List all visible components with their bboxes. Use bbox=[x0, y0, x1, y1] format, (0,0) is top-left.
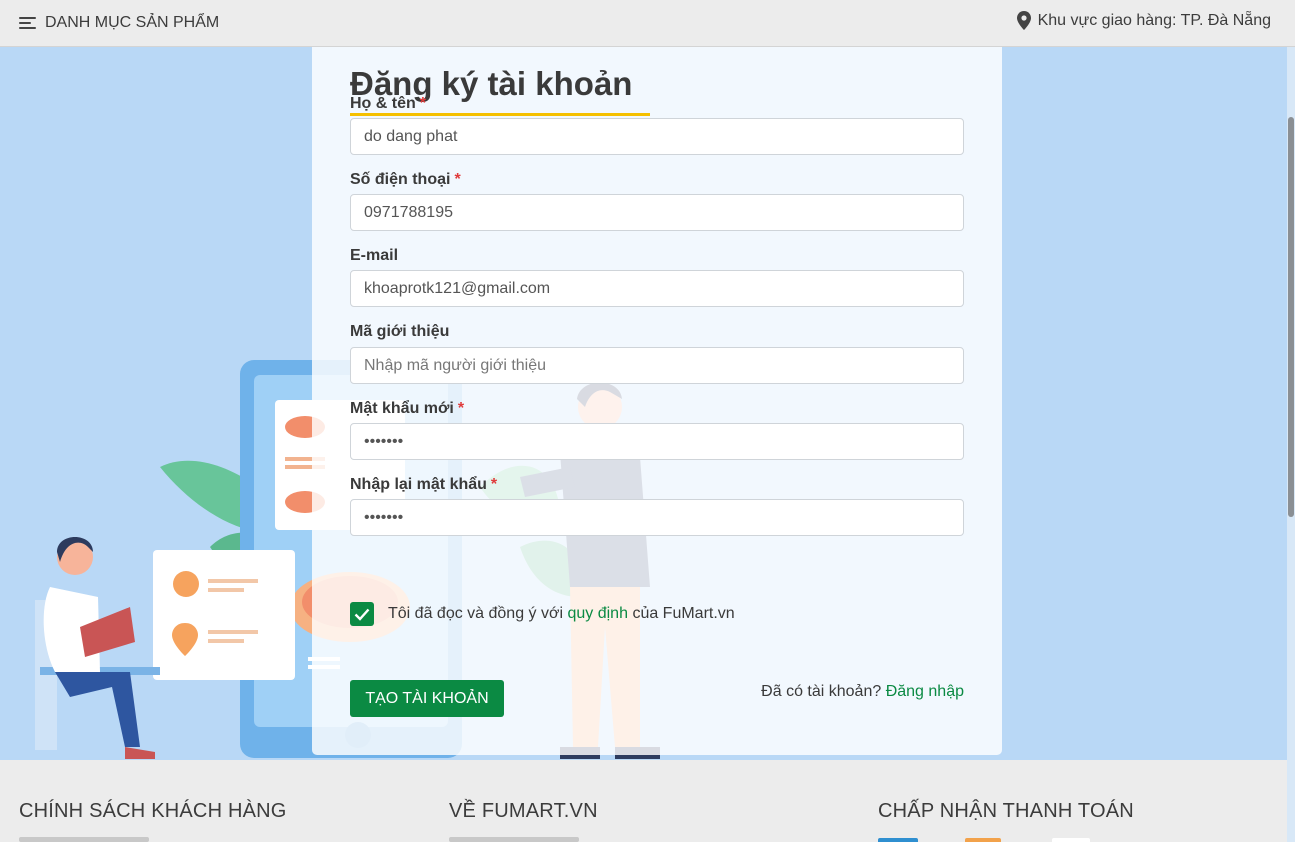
terms-link[interactable]: quy định bbox=[567, 605, 628, 622]
payment-logo-mastercard bbox=[965, 838, 1001, 842]
payment-logo-other bbox=[1052, 838, 1090, 842]
product-category-label: DANH MỤC SẢN PHẨM bbox=[45, 14, 220, 31]
referral-label: Mã giới thiệu bbox=[350, 323, 450, 340]
payment-logo-visa bbox=[878, 838, 918, 842]
name-label: Họ & tên * bbox=[350, 95, 427, 112]
name-input[interactable] bbox=[350, 118, 964, 155]
delivery-region-label: Khu vực giao hàng: TP. Đà Nẵng bbox=[1037, 11, 1271, 29]
footer-about-title: VỀ FUMART.VN bbox=[449, 800, 598, 822]
registration-form-card: Đăng ký tài khoản Họ & tên* Số điện thoạ… bbox=[312, 47, 1002, 755]
checkmark-icon bbox=[354, 608, 370, 621]
register-hero: Đăng ký tài khoản Họ & tên* Số điện thoạ… bbox=[0, 47, 1295, 760]
site-footer: CHÍNH SÁCH KHÁCH HÀNG VỀ FUMART.VN CHẤP … bbox=[0, 760, 1295, 842]
password-label: Mật khẩu mới * bbox=[350, 400, 465, 417]
hamburger-icon bbox=[19, 16, 36, 30]
footer-customer-policy-title: CHÍNH SÁCH KHÁCH HÀNG bbox=[19, 800, 287, 822]
terms-checkbox[interactable] bbox=[350, 602, 374, 626]
terms-agreement: Tôi đã đọc và đồng ý với quy định của Fu… bbox=[350, 602, 735, 626]
email-input[interactable] bbox=[350, 270, 964, 307]
delivery-region-selector[interactable]: Khu vực giao hàng: TP. Đà Nẵng bbox=[1016, 11, 1271, 30]
footer-link-placeholder[interactable] bbox=[19, 837, 149, 842]
map-pin-icon bbox=[1016, 11, 1031, 30]
terms-text: Tôi đã đọc và đồng ý với quy định của Fu… bbox=[388, 605, 735, 622]
confirm-password-input[interactable] bbox=[350, 499, 964, 536]
password-input[interactable] bbox=[350, 423, 964, 460]
footer-link-placeholder[interactable] bbox=[449, 837, 579, 842]
top-navigation-bar: DANH MỤC SẢN PHẨM Khu vực giao hàng: TP.… bbox=[0, 0, 1295, 47]
product-category-menu-button[interactable]: DANH MỤC SẢN PHẨM bbox=[19, 12, 219, 34]
scrollbar-thumb[interactable] bbox=[1288, 117, 1294, 517]
footer-payment-title: CHẤP NHẬN THANH TOÁN bbox=[878, 800, 1134, 822]
login-prompt: Đã có tài khoản? Đăng nhập bbox=[761, 683, 964, 700]
phone-input[interactable] bbox=[350, 194, 964, 231]
phone-label: Số điện thoại * bbox=[350, 171, 461, 188]
title-underline bbox=[350, 113, 650, 116]
create-account-button[interactable]: TẠO TÀI KHOẢN bbox=[350, 680, 504, 717]
login-link[interactable]: Đăng nhập bbox=[886, 683, 964, 700]
confirm-password-label: Nhập lại mật khẩu * bbox=[350, 476, 498, 493]
email-label: E-mail bbox=[350, 247, 399, 264]
referral-input[interactable] bbox=[350, 347, 964, 384]
